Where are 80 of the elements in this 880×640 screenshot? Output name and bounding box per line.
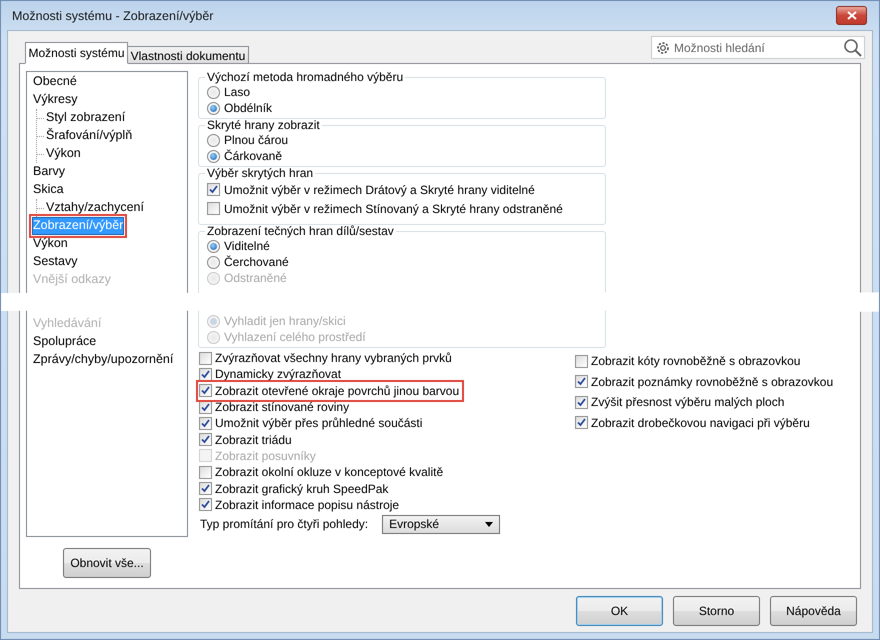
radio-button[interactable]	[207, 240, 220, 252]
option-label: Zobrazit stínované roviny	[215, 400, 350, 414]
checkbox[interactable]	[199, 433, 212, 446]
checkbox[interactable]	[199, 482, 212, 496]
checkbox[interactable]	[575, 396, 588, 409]
tree-item[interactable]: Výkresy	[32, 91, 78, 109]
option-label: Odstraněné	[224, 271, 287, 285]
option-label: Vyhladit jen hrany/skici	[224, 314, 346, 328]
checkbox[interactable]	[207, 183, 220, 196]
checkbox[interactable]	[199, 384, 212, 398]
tree-item[interactable]: Výkon	[45, 145, 82, 163]
option-label: Obdélník	[224, 101, 272, 115]
checkbox[interactable]	[207, 202, 220, 215]
dialog-button[interactable]: Nápověda	[770, 596, 857, 626]
option-label: Dynamicky zvýrazňovat	[215, 367, 342, 382]
tree-item[interactable]: Výkon	[32, 235, 69, 253]
option-label: Zobrazit informace popisu nástroje	[215, 498, 400, 512]
option-label: Umožnit výběr v režimech Drátový a Skryté hrany viditelné	[224, 182, 535, 196]
option-label: Zobrazit posuvníky	[215, 448, 316, 463]
caret-icon	[485, 522, 494, 527]
option-label: Zobrazit poznámky rovnoběžně s obrazovkou	[591, 374, 834, 389]
check-icon	[577, 418, 586, 428]
checkbox[interactable]	[199, 416, 212, 430]
checkbox[interactable]	[199, 352, 212, 365]
tree-item[interactable]: Skica	[32, 181, 65, 199]
tree-item[interactable]: Barvy	[32, 163, 66, 181]
gear-icon	[655, 40, 671, 56]
window-title: Možnosti systému - Zobrazení/výběr	[12, 8, 214, 22]
option-label: Zobrazit triádu	[215, 432, 292, 447]
radio-button[interactable]	[207, 150, 220, 162]
close-icon	[846, 11, 856, 20]
check-icon	[577, 377, 586, 386]
projection-dropdown[interactable]: Evropské	[382, 514, 500, 534]
tab[interactable]: Vlastnosti dokumentu	[127, 46, 249, 64]
checkbox[interactable]	[575, 375, 588, 388]
checkbox[interactable]	[199, 466, 212, 479]
option-label: Zobrazit grafický kruh SpeedPak	[215, 482, 388, 496]
option-label: Čárkovaně	[224, 149, 282, 163]
option-label: Laso	[224, 85, 250, 99]
dialog-button[interactable]: Storno	[673, 596, 760, 626]
radio-button[interactable]	[207, 86, 220, 98]
option-label: Umožnit výběr v režimech Stínovaný a Skryté hrany odstraněné	[224, 202, 563, 216]
option-label: Zvýšit přesnost výběru malých ploch	[591, 395, 784, 410]
search-icon[interactable]	[843, 38, 862, 57]
tree-item[interactable]: Spolupráce	[32, 333, 98, 351]
group-title: Zobrazení tečných hran dílů/sestav	[206, 225, 395, 238]
checkbox[interactable]	[199, 368, 212, 381]
projection-label: Typ promítání pro čtyři pohledy:	[200, 517, 368, 532]
search-field[interactable]: Možnosti hledání	[651, 36, 865, 59]
tree-item[interactable]: Styl zobrazení	[45, 109, 126, 127]
check-icon	[209, 185, 218, 194]
group-title: Skryté hrany zobrazit	[206, 119, 321, 132]
check-icon	[577, 398, 586, 407]
checkbox[interactable]	[575, 416, 588, 430]
close-button[interactable]	[836, 6, 867, 25]
option-label: Vyhlazení celého prostředí	[224, 330, 366, 344]
option-label: Plnou čárou	[224, 133, 288, 147]
option-label: Zobrazit otevřené okraje povrchů jinou barvou	[215, 384, 460, 398]
radio-button[interactable]	[207, 256, 220, 268]
reset-button[interactable]: Obnovit vše...	[63, 548, 151, 578]
tree-item[interactable]: Obecné	[32, 73, 78, 91]
option-label: Zvýrazňovat všechny hrany vybraných prvků	[215, 351, 452, 366]
tab[interactable]: Možnosti systému	[25, 42, 128, 64]
dialog-button[interactable]: OK	[576, 596, 663, 626]
checkbox[interactable]	[575, 354, 588, 368]
radio-button[interactable]	[207, 102, 220, 114]
option-label: Čerchované	[224, 255, 289, 269]
group-title: Výběr skrytých hran	[206, 167, 314, 180]
tree-item[interactable]: Vztahy/zachycení	[45, 199, 145, 217]
group-title: Výchozí metoda hromadného výběru	[206, 71, 404, 84]
tree-item[interactable]: Sestavy	[32, 253, 78, 271]
option-label: Zobrazit okolní okluze v konceptové kvalitě	[215, 465, 444, 480]
option-label: Zobrazit kóty rovnoběžně s obrazovkou	[591, 354, 800, 368]
tree-item[interactable]: Šrafování/výplň	[45, 127, 134, 145]
tree-item[interactable]: Zprávy/chyby/upozornění	[32, 351, 174, 369]
checkbox[interactable]	[199, 498, 212, 512]
radio-button[interactable]	[207, 134, 220, 146]
option-label: Viditelné	[224, 239, 270, 253]
option-label: Zobrazit drobečkovou navigaci při výběru	[591, 416, 810, 430]
option-label: Umožnit výběr přes průhledné součásti	[215, 416, 422, 430]
